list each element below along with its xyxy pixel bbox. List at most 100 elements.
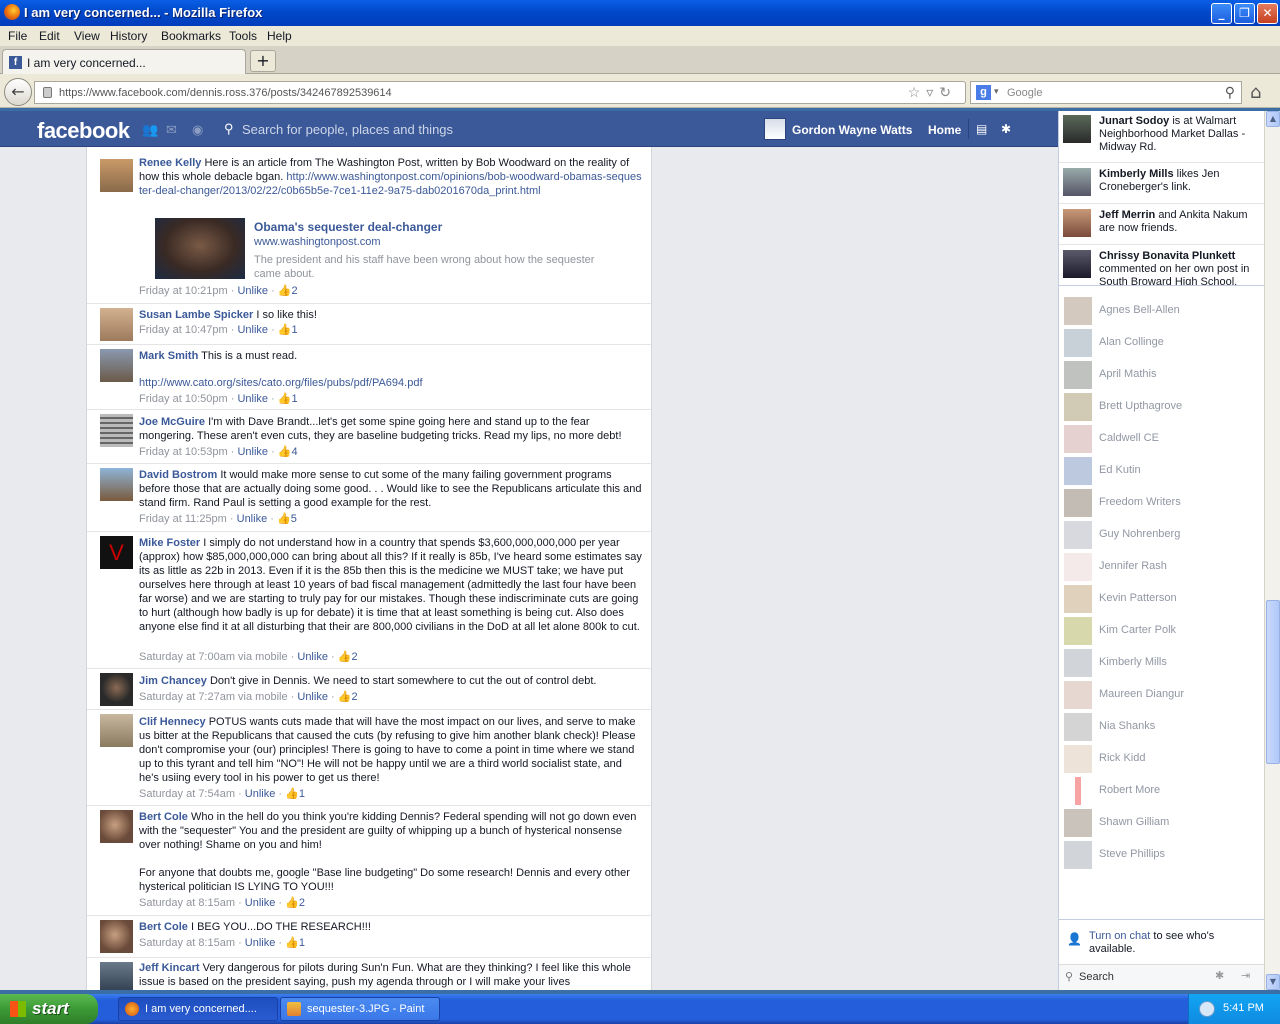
comment-time[interactable]: Saturday at 8:15am — [139, 897, 235, 909]
chat-friend[interactable]: Ed Kutin — [1059, 455, 1265, 487]
menu-help[interactable]: Help — [267, 29, 292, 43]
friend-requests-icon[interactable]: 👥 — [142, 123, 158, 138]
menu-tools[interactable]: Tools — [229, 29, 257, 43]
new-tab-button[interactable]: + — [250, 50, 276, 72]
comment-time[interactable]: Friday at 10:50pm — [139, 393, 228, 405]
like-count[interactable]: 1 — [299, 788, 305, 800]
facebook-search-input[interactable]: ⚲ Search for people, places and things — [220, 117, 720, 141]
comment-author[interactable]: Jeff Kincart — [139, 962, 200, 974]
like-count[interactable]: 2 — [292, 285, 298, 297]
avatar[interactable] — [100, 810, 133, 843]
unlike-link[interactable]: Unlike — [297, 691, 328, 703]
ticker-item[interactable]: Kimberly Mills likes Jen Croneberger's l… — [1059, 164, 1265, 204]
chat-friend[interactable]: Kimberly Mills — [1059, 647, 1265, 679]
comment-author[interactable]: Joe McGuire — [139, 416, 205, 428]
unlike-link[interactable]: Unlike — [245, 937, 276, 949]
ticker-item[interactable]: Jeff Merrin and Ankita Nakum are now fri… — [1059, 205, 1265, 245]
scroll-up-arrow-icon[interactable]: ▲ — [1266, 111, 1280, 127]
chat-friend[interactable]: Robert More — [1059, 775, 1265, 807]
chat-friend[interactable]: Maureen Diangur — [1059, 679, 1265, 711]
avatar[interactable] — [100, 714, 133, 747]
unlike-link[interactable]: Unlike — [297, 651, 328, 663]
like-count[interactable]: 4 — [292, 446, 298, 458]
comment-author[interactable]: Clif Hennecy — [139, 716, 206, 728]
like-count[interactable]: 1 — [292, 324, 298, 336]
messages-icon[interactable]: ✉ — [166, 123, 180, 138]
unlike-link[interactable]: Unlike — [237, 446, 268, 458]
avatar[interactable] — [100, 962, 133, 990]
scrollbar-thumb[interactable] — [1266, 600, 1280, 764]
url-bar[interactable]: https://www.facebook.com/dennis.ross.376… — [34, 81, 966, 104]
comment-author[interactable]: Bert Cole — [139, 921, 188, 933]
like-count[interactable]: 2 — [351, 691, 357, 703]
like-count[interactable]: 2 — [351, 651, 357, 663]
chat-friend[interactable]: Kevin Patterson — [1059, 583, 1265, 615]
menu-view[interactable]: View — [74, 29, 100, 43]
comment-author[interactable]: Mark Smith — [139, 350, 198, 362]
comment-time[interactable]: Saturday at 7:54am — [139, 788, 235, 800]
comment-link[interactable]: http://www.cato.org/sites/cato.org/files… — [139, 376, 423, 390]
unlike-link[interactable]: Unlike — [245, 788, 276, 800]
taskbar-item-firefox[interactable]: I am very concerned.... — [118, 997, 278, 1021]
unlike-link[interactable]: Unlike — [245, 897, 276, 909]
chat-friend[interactable]: Shawn Gilliam — [1059, 807, 1265, 839]
menu-bookmarks[interactable]: Bookmarks — [161, 29, 221, 43]
home-link[interactable]: Home — [928, 123, 961, 137]
maximize-button[interactable]: ❐ — [1234, 3, 1255, 24]
comment-time[interactable]: Saturday at 8:15am — [139, 937, 235, 949]
search-icon[interactable]: ⚲ — [1225, 84, 1235, 101]
comment-time[interactable]: Friday at 10:47pm — [139, 324, 228, 336]
google-icon[interactable]: g — [976, 85, 991, 100]
chat-friend[interactable]: Brett Upthagrove — [1059, 391, 1265, 423]
link-preview[interactable]: Obama's sequester deal-changer www.washi… — [155, 218, 625, 280]
avatar[interactable] — [100, 308, 133, 341]
facebook-logo[interactable]: facebook — [37, 118, 130, 144]
comment-author[interactable]: Bert Cole — [139, 811, 188, 823]
chat-friend[interactable]: Caldwell CE — [1059, 423, 1265, 455]
menu-file[interactable]: File — [8, 29, 27, 43]
privacy-shortcuts-icon[interactable]: ▤ — [976, 122, 987, 136]
comment-author[interactable]: Jim Chancey — [139, 675, 207, 687]
unlike-link[interactable]: Unlike — [237, 324, 268, 336]
like-count[interactable]: 1 — [299, 937, 305, 949]
chat-friend[interactable]: Agnes Bell-Allen — [1059, 295, 1265, 327]
comment-author[interactable]: Susan Lambe Spicker — [139, 309, 253, 321]
url-tools-icons[interactable]: ☆▿↻ — [908, 84, 957, 101]
comment-author[interactable]: Mike Foster — [139, 537, 200, 549]
comment-author[interactable]: Renee Kelly — [139, 157, 201, 169]
chat-friend[interactable]: Rick Kidd — [1059, 743, 1265, 775]
ticker-item[interactable]: Junart Sodoy is at Walmart Neighborhood … — [1059, 111, 1265, 163]
gear-icon[interactable]: ✱ — [1001, 122, 1011, 136]
search-bar[interactable]: g ▾ Google ⚲ — [970, 81, 1242, 104]
gear-icon[interactable]: ✱ — [1215, 969, 1224, 982]
preview-title[interactable]: Obama's sequester deal-changer — [254, 220, 442, 234]
preview-domain[interactable]: www.washingtonpost.com — [254, 235, 381, 249]
avatar[interactable] — [100, 673, 133, 706]
preview-image[interactable] — [155, 218, 245, 279]
unlike-link[interactable]: Unlike — [237, 393, 268, 405]
avatar[interactable] — [100, 349, 133, 382]
chat-search-input[interactable]: ⚲ Search ✱ ⇥ — [1059, 964, 1265, 990]
back-button[interactable]: ← — [4, 78, 32, 106]
ticker-item[interactable]: Chrissy Bonavita Plunkett commented on h… — [1059, 246, 1265, 286]
menu-history[interactable]: History — [110, 29, 147, 43]
notifications-icon[interactable]: ◉ — [192, 123, 206, 138]
close-button[interactable]: ✕ — [1257, 3, 1278, 24]
chat-friend[interactable]: Kim Carter Polk — [1059, 615, 1265, 647]
comment-time[interactable]: Friday at 10:53pm — [139, 446, 228, 458]
like-count[interactable]: 5 — [291, 513, 297, 525]
turn-on-chat-link[interactable]: Turn on chat — [1089, 930, 1150, 942]
like-count[interactable]: 2 — [299, 897, 305, 909]
tab-active[interactable]: f I am very concerned... — [2, 49, 246, 74]
tray-icon[interactable] — [1199, 1001, 1215, 1017]
chat-friend[interactable]: Jennifer Rash — [1059, 551, 1265, 583]
menu-edit[interactable]: Edit — [39, 29, 60, 43]
avatar[interactable] — [100, 414, 133, 447]
comment-time[interactable]: Friday at 11:25pm — [139, 513, 227, 525]
comment-time[interactable]: Saturday at 7:00am via mobile — [139, 651, 288, 663]
unlike-link[interactable]: Unlike — [237, 513, 268, 525]
chat-friend[interactable]: Steve Phillips — [1059, 839, 1265, 871]
avatar[interactable] — [100, 920, 133, 953]
chat-friend[interactable]: Nia Shanks — [1059, 711, 1265, 743]
like-count[interactable]: 1 — [292, 393, 298, 405]
